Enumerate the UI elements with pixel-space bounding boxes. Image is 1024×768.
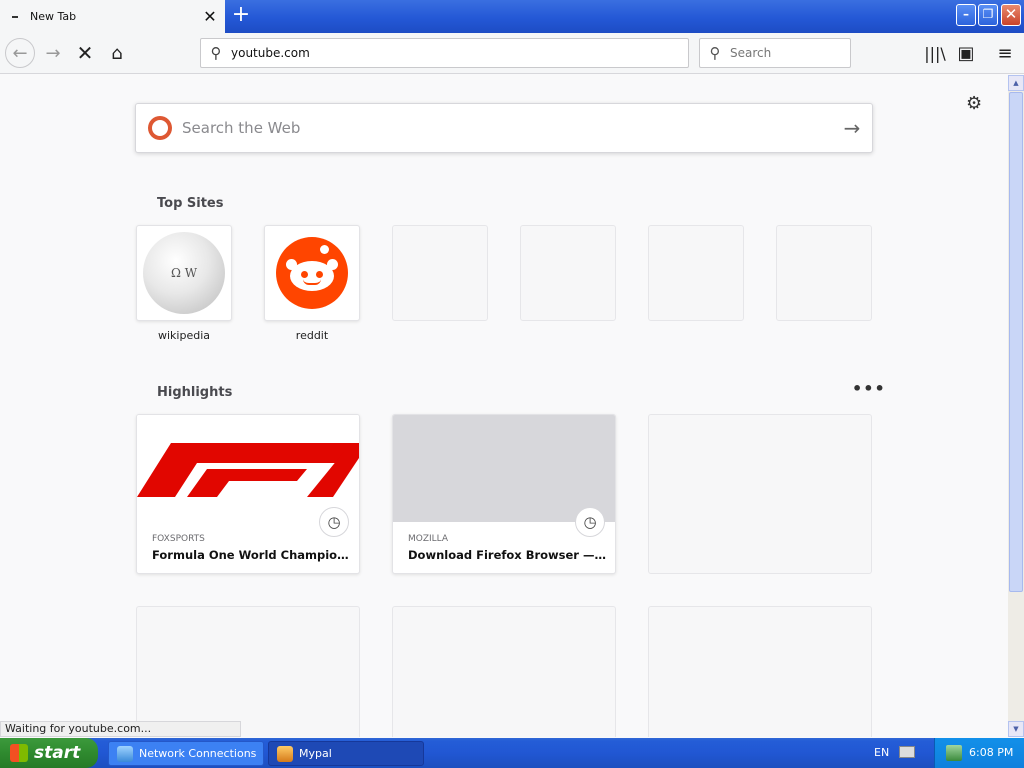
web-search-input[interactable]: Search the Web xyxy=(182,119,832,137)
clock-icon: ◷ xyxy=(319,507,349,537)
library-icon[interactable]: |||\ xyxy=(920,38,950,68)
highlight-card-empty xyxy=(648,414,872,574)
highlight-title: Formula One World Championship xyxy=(152,548,352,562)
top-site-empty xyxy=(520,225,616,321)
highlight-title: Download Firefox Browser — Fast, Private… xyxy=(408,548,608,562)
top-site-reddit[interactable]: reddit xyxy=(264,225,360,342)
sidebar-icon[interactable]: ▣ xyxy=(951,38,981,68)
taskbar-item-label: Network Connections xyxy=(139,747,257,760)
top-site-empty xyxy=(776,225,872,321)
status-text: Waiting for youtube.com... xyxy=(0,721,241,737)
highlight-card-empty xyxy=(136,606,360,737)
search-input[interactable]: Search xyxy=(730,46,771,60)
highlight-thumbnail xyxy=(393,415,615,522)
highlight-card-firefox[interactable]: ◷ MOZILLA Download Firefox Browser — Fas… xyxy=(392,414,616,574)
windows-logo-icon xyxy=(10,744,28,762)
home-button[interactable]: ⌂ xyxy=(102,38,132,68)
taskbar-item-label: Mypal xyxy=(299,747,332,760)
reddit-logo-icon xyxy=(276,237,348,309)
highlights-title: Highlights xyxy=(157,385,233,400)
highlight-source: FOXSPORTS xyxy=(152,534,205,544)
mypal-icon xyxy=(277,745,293,762)
arrow-right-icon[interactable]: → xyxy=(832,116,872,140)
safely-remove-icon[interactable] xyxy=(946,745,962,761)
menu-icon[interactable]: ≡ xyxy=(990,38,1020,68)
url-bar[interactable]: ⚲ youtube.com xyxy=(200,38,689,68)
wikipedia-logo-icon: Ω W xyxy=(143,232,225,314)
clock-display[interactable]: 6:08 PM xyxy=(969,746,1013,759)
system-tray: 6:08 PM xyxy=(934,738,1024,768)
scroll-down-icon[interactable]: ▼ xyxy=(1008,721,1024,737)
minimize-button[interactable]: – xyxy=(956,4,976,26)
search-icon: ⚲ xyxy=(210,44,222,62)
vertical-scrollbar[interactable]: ▲ ▼ xyxy=(1008,75,1024,737)
taskbar-item-network-connections[interactable]: Network Connections xyxy=(108,741,264,766)
top-site-wikipedia[interactable]: Ω W wikipedia xyxy=(136,225,232,342)
duckduckgo-icon xyxy=(148,116,172,140)
top-site-label: reddit xyxy=(295,329,329,342)
new-tab-button[interactable]: + xyxy=(228,3,254,29)
highlight-card-formula-one[interactable]: ◷ FOXSPORTS Formula One World Championsh… xyxy=(136,414,360,574)
gear-icon[interactable]: ⚙ xyxy=(966,93,982,114)
language-indicator[interactable]: EN xyxy=(874,746,889,759)
network-icon xyxy=(117,745,133,762)
scroll-thumb[interactable] xyxy=(1009,92,1023,592)
top-site-label: wikipedia xyxy=(157,329,210,342)
clock-icon: ◷ xyxy=(575,507,605,537)
top-site-empty xyxy=(648,225,744,321)
highlight-card-empty xyxy=(648,606,872,737)
navigation-toolbar: ← → ✕ ⌂ ⚲ youtube.com ⚲ Search |||\ ▣ ≡ xyxy=(0,33,1024,74)
tab-close-icon[interactable]: ✕ xyxy=(195,7,225,26)
restore-button[interactable]: ❐ xyxy=(978,4,998,26)
top-site-empty xyxy=(392,225,488,321)
url-input[interactable]: youtube.com xyxy=(231,46,310,60)
search-icon: ⚲ xyxy=(709,44,721,62)
keyboard-icon[interactable] xyxy=(899,746,915,758)
web-search-box[interactable]: Search the Web → xyxy=(135,103,873,153)
forward-button[interactable]: → xyxy=(38,38,68,68)
more-options-icon[interactable]: ••• xyxy=(852,379,886,398)
tab-title: New Tab xyxy=(30,10,77,23)
top-sites-title: Top Sites xyxy=(157,196,224,211)
tab-strip: New Tab ✕ + – ❐ ✕ xyxy=(0,0,1024,33)
taskbar: start Network Connections Mypal EN 6:08 … xyxy=(0,738,1024,768)
highlight-card-empty xyxy=(392,606,616,737)
close-window-button[interactable]: ✕ xyxy=(1001,4,1021,26)
f1-logo-image xyxy=(137,415,359,522)
highlight-source: MOZILLA xyxy=(408,534,449,544)
start-label: start xyxy=(34,743,81,763)
scroll-up-icon[interactable]: ▲ xyxy=(1008,75,1024,91)
stop-button[interactable]: ✕ xyxy=(70,38,100,68)
new-tab-page: ⚙ Search the Web → Top Sites Ω W wikiped… xyxy=(0,75,1008,737)
taskbar-item-mypal[interactable]: Mypal xyxy=(268,741,424,766)
search-bar[interactable]: ⚲ Search xyxy=(699,38,851,68)
tab-new-tab[interactable]: New Tab ✕ xyxy=(0,0,225,33)
start-button[interactable]: start xyxy=(0,738,98,768)
tab-favicon-icon xyxy=(12,15,18,18)
back-button[interactable]: ← xyxy=(5,38,35,68)
